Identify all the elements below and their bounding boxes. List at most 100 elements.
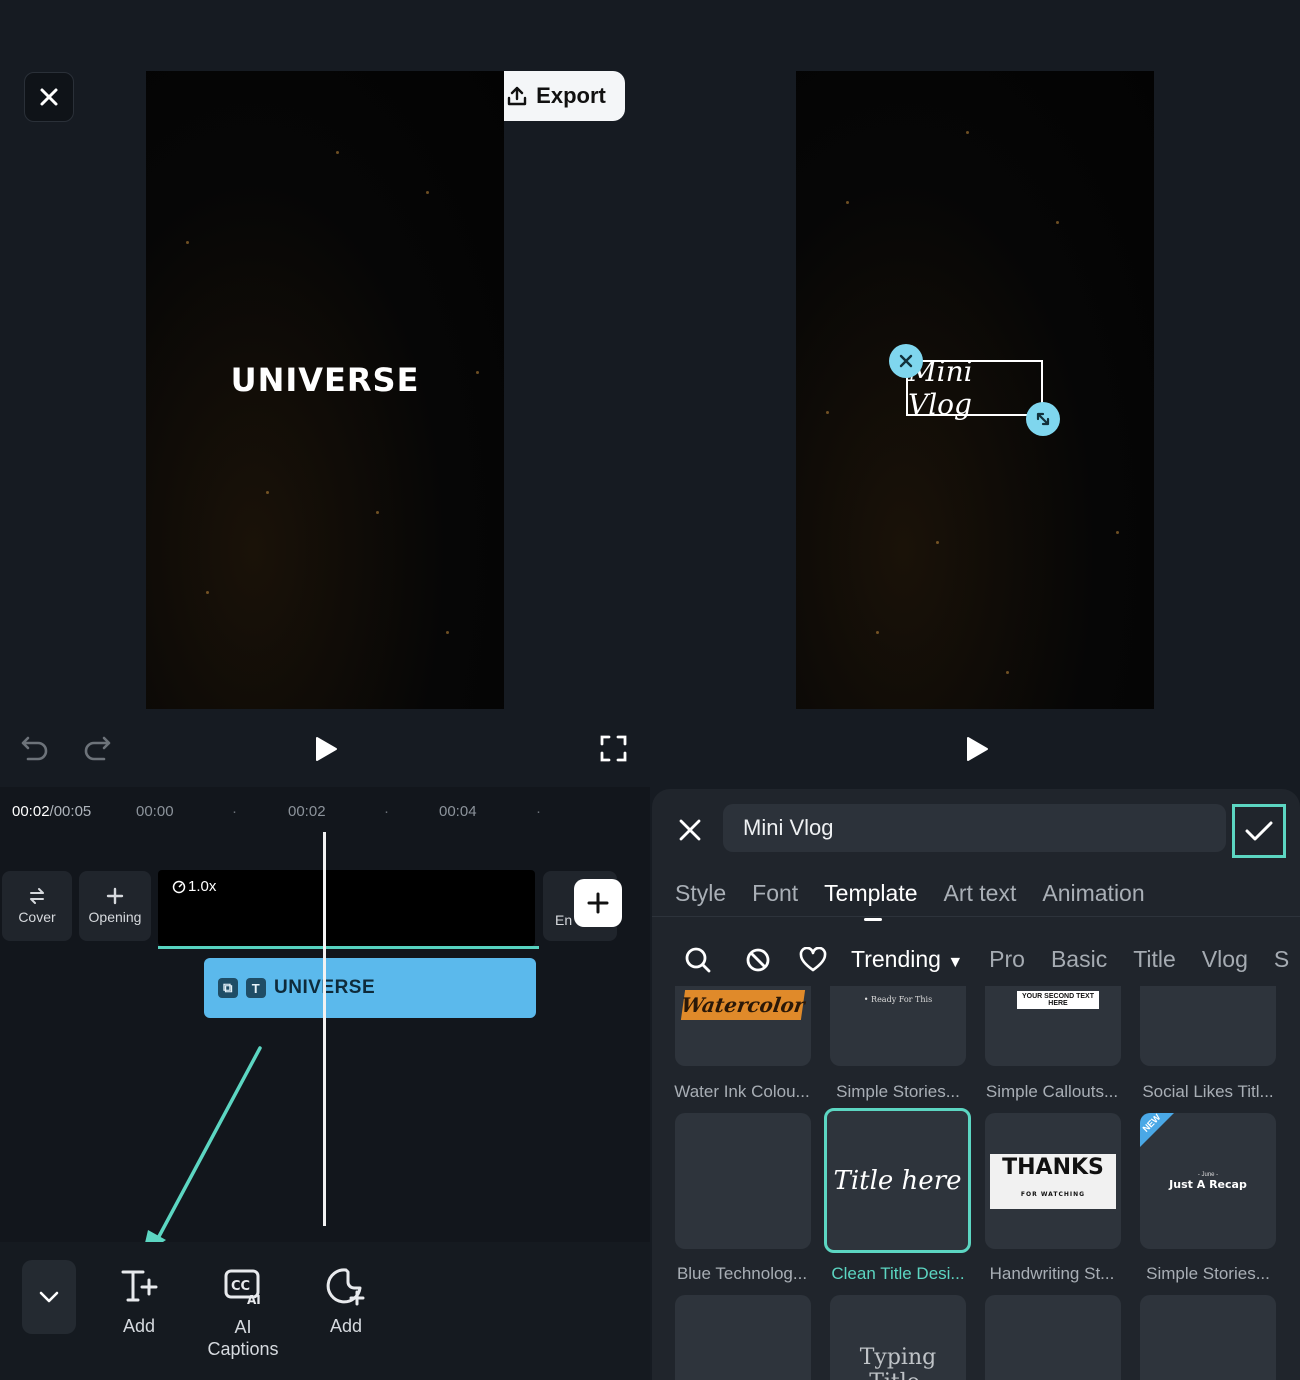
text-overlay-box[interactable]: Mini Vlog [906,355,1043,421]
template-label-selected: Clean Title Desi... [831,1264,965,1283]
ruler-label: 00:04 [439,803,477,820]
resize-text-handle[interactable] [1026,402,1060,436]
template-filters: Trending ▼ Pro Basic Title Vlog S [851,946,1289,973]
favorite-heart-icon[interactable] [799,947,827,973]
swap-icon [30,888,44,904]
search-icon[interactable] [684,946,712,974]
add-text-icon [121,1270,158,1302]
add-sticker-button[interactable]: Add [311,1266,381,1337]
filter-more[interactable]: S [1274,946,1289,973]
template-label: Simple Callouts... [985,1082,1119,1101]
filter-pro[interactable]: Pro [989,946,1025,973]
filter-basic[interactable]: Basic [1051,946,1107,973]
play-icon[interactable] [964,735,990,763]
cover-button[interactable]: Cover [2,871,72,941]
speed-icon [172,880,186,893]
add-text-label: Add [122,1316,156,1336]
template-preview: THANKS FOR WATCHING [990,1153,1116,1209]
tab-font[interactable]: Font [752,880,798,907]
video-preview-left[interactable]: UNIVERSE [146,71,504,709]
filter-title[interactable]: Title [1133,946,1176,973]
template-thumb[interactable]: • Ready For This [830,986,966,1066]
close-icon [40,88,58,106]
annotation-arrow [142,1046,262,1256]
preview-overlay-text: UNIVERSE [230,361,420,399]
template-thumb[interactable]: Typing Title. [830,1295,966,1380]
time-readout: 00:02/00:05 [12,803,91,820]
ai-captions-button[interactable]: CC AI AI Captions [200,1266,286,1360]
template-thumb-selected[interactable]: Title here [824,1108,971,1253]
add-text-button[interactable]: Add [104,1266,174,1337]
export-label: Export [536,83,606,108]
template-preview: Typing Title. [859,1345,937,1380]
ruler-tick: · [384,803,389,820]
template-thumb[interactable] [675,1113,811,1249]
total-time: /00:05 [49,803,92,820]
opening-label: Opening [88,909,142,925]
tab-divider [652,916,1300,917]
confirm-button[interactable] [1232,804,1286,858]
ruler-tick: · [232,803,237,820]
template-thumb[interactable] [1140,1295,1276,1380]
close-button[interactable] [24,72,74,122]
cover-label: Cover [18,909,56,925]
template-thumb[interactable]: Watercolor [675,986,811,1066]
template-label: Simple Stories... [836,1082,960,1101]
text-chip: T [246,978,266,998]
template-thumb[interactable] [1140,986,1276,1066]
ruler-tick: · [536,803,541,820]
text-clip[interactable]: ⧉ T UNIVERSE [204,958,536,1018]
template-preview-title: THANKS [1002,1154,1104,1180]
template-label: Water Ink Colou... [674,1082,810,1101]
video-clip[interactable]: 1.0x [158,870,535,946]
undo-icon[interactable] [20,734,50,762]
template-thumb[interactable] [675,1295,811,1380]
upload-icon [507,86,527,106]
video-preview-right[interactable]: Mini Vlog [796,71,1154,709]
clip-speed-label: 1.0x [188,878,217,895]
template-thumb[interactable]: YOUR SECOND TEXT HERE [985,986,1121,1066]
opening-button[interactable]: Opening [79,871,151,941]
clip-audio-line [158,946,539,949]
template-preview: Watercolor [680,990,806,1020]
text-overlay-content: Mini Vlog [908,355,973,421]
checkmark-icon [1245,821,1273,841]
ai-captions-line2: Captions [207,1339,279,1359]
tab-template[interactable]: Template [824,880,918,921]
close-panel-icon[interactable] [677,817,703,843]
template-thumb[interactable] [985,1295,1121,1380]
template-thumb[interactable]: THANKS FOR WATCHING [985,1113,1121,1249]
ai-captions-line1: AI [234,1317,252,1337]
clip-speed: 1.0x [172,878,216,895]
add-clip-button[interactable] [574,879,622,927]
add-sticker-label: Add [329,1316,363,1336]
filter-trending[interactable]: Trending ▼ [851,946,963,973]
text-input[interactable]: Mini Vlog [723,804,1226,852]
panel-tabs: Style Font Template Art text Animation [675,880,1145,921]
add-sticker-icon [326,1268,365,1306]
template-preview: Just A Recap [1169,1177,1247,1191]
template-preview: Title here [833,1165,962,1196]
ruler-label: 00:02 [288,803,326,820]
template-label: Social Likes Titl... [1142,1082,1274,1101]
collapse-button[interactable] [22,1260,76,1334]
ruler-label: 00:00 [136,803,174,820]
playhead[interactable] [323,832,326,1226]
none-icon[interactable] [744,946,772,974]
export-button[interactable]: Export [487,71,625,121]
tab-art-text[interactable]: Art text [944,880,1017,907]
play-icon[interactable] [313,735,339,763]
filter-vlog[interactable]: Vlog [1202,946,1248,973]
tab-animation[interactable]: Animation [1042,880,1144,907]
redo-icon[interactable] [82,734,112,762]
template-label: Simple Stories... [1146,1264,1270,1283]
tab-style[interactable]: Style [675,880,726,907]
delete-text-handle[interactable] [889,344,923,378]
template-preview-sub: FOR WATCHING [1020,1190,1086,1198]
template-label: Blue Technolog... [676,1264,808,1283]
svg-text:CC: CC [231,1279,250,1294]
plus-icon [106,887,124,905]
resize-icon [1036,412,1050,426]
close-icon [899,354,913,368]
fullscreen-icon[interactable] [600,735,627,762]
